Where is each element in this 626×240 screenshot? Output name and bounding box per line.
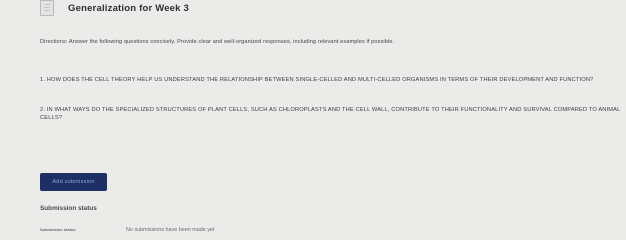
directions-text: Directions: Answer the following questio… [40,39,395,45]
page-header: Generalization for Week 3 [40,0,189,16]
add-submission-button[interactable]: Add submission [40,173,107,191]
question-1: 1. HOW DOES THE CELL THEORY HELP US UNDE… [40,77,594,83]
page-title: Generalization for Week 3 [68,2,189,14]
question-2: 2. IN WHAT WAYS DO THE SPECIALIZED STRUC… [40,107,621,121]
submission-status-value: No submissions have been made yet [126,227,215,233]
submission-status-heading: Submission status [40,205,97,212]
assignment-page: Generalization for Week 3 Directions: An… [0,0,626,240]
assignment-icon [40,0,54,16]
submission-status-label: Submission status [40,227,76,232]
submission-status-row: Submission status No submissions have be… [40,227,600,240]
